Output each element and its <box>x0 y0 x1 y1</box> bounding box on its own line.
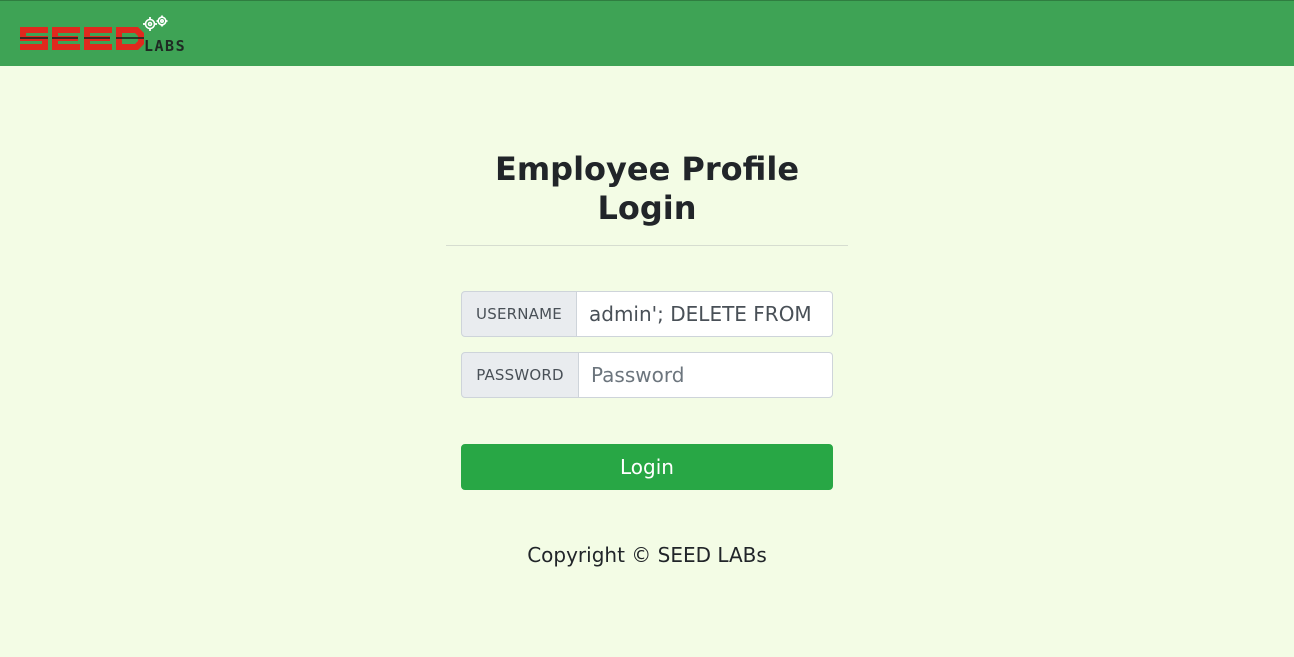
navbar: LABS <box>0 0 1294 66</box>
username-input[interactable] <box>577 291 833 337</box>
password-label: PASSWORD <box>461 352 579 398</box>
username-label: USERNAME <box>461 291 577 337</box>
page-title: Employee Profile Login <box>446 150 848 246</box>
password-input[interactable] <box>579 352 833 398</box>
seed-labs-logo[interactable]: LABS <box>20 15 220 57</box>
username-input-group: USERNAME <box>461 291 833 337</box>
login-card: Employee Profile Login USERNAME PASSWORD… <box>446 150 848 567</box>
copyright-text: Copyright © SEED LABs <box>527 543 767 567</box>
login-button[interactable]: Login <box>461 444 833 490</box>
svg-text:LABS: LABS <box>144 37 186 55</box>
password-input-group: PASSWORD <box>461 352 833 398</box>
